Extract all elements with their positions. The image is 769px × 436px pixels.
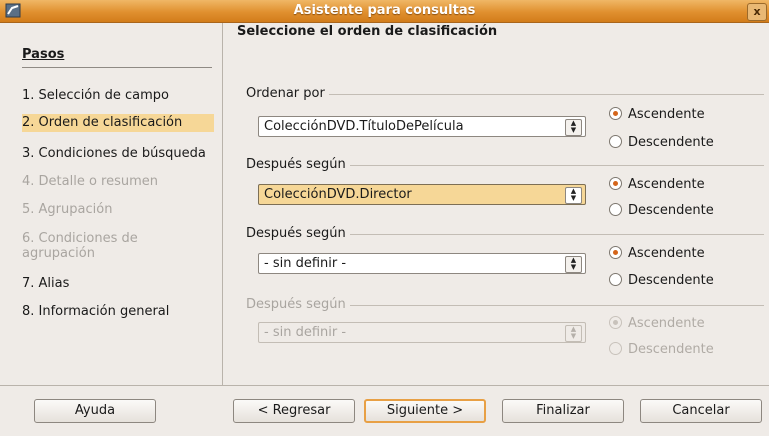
sort-field-3-value: - sin definir - [264, 256, 347, 271]
sort-3-ascending-radio[interactable]: Ascendente [609, 246, 705, 261]
sort-field-2-select[interactable]: ColecciónDVD.Director ▲ ▼ [258, 184, 586, 205]
radio-empty-icon [609, 273, 622, 286]
sort-group-3-label: Después según [246, 226, 350, 241]
help-button[interactable]: Ayuda [34, 399, 156, 423]
radio-selected-icon [609, 177, 622, 190]
step-8-overview[interactable]: 8. Información general [22, 303, 214, 321]
step-5-grouping: 5. Agrupación [22, 202, 113, 217]
spin-arrows-icon: ▲ ▼ [565, 256, 582, 273]
steps-divider [22, 67, 212, 68]
radio-empty-icon [609, 342, 622, 355]
steps-sidebar: Pasos 1. Selección de campo 2. Orden de … [0, 23, 223, 386]
sort-2-ascending-label: Ascendente [628, 177, 705, 192]
close-icon: x [753, 5, 761, 18]
sort-3-descending-label: Descendente [628, 273, 714, 288]
radio-empty-icon [609, 135, 622, 148]
close-button[interactable]: x [747, 3, 767, 21]
sort-2-descending-radio[interactable]: Descendente [609, 203, 714, 218]
steps-title: Pasos [22, 47, 65, 62]
sort-group-4-label: Después según [246, 297, 350, 312]
window-title: Asistente para consultas [293, 3, 476, 18]
sort-1-descending-label: Descendente [628, 135, 714, 150]
sort-field-1-select[interactable]: ColecciónDVD.TítuloDePelícula ▲ ▼ [258, 116, 586, 137]
sort-field-4-select: - sin definir - ▲ ▼ [258, 322, 586, 343]
sort-2-ascending-radio[interactable]: Ascendente [609, 177, 705, 192]
step-3-search-conditions[interactable]: 3. Condiciones de búsqueda [22, 145, 214, 163]
sort-field-4-value: - sin definir - [264, 325, 347, 340]
footer-divider [0, 385, 769, 386]
step-6-grouping-conditions: 6. Condiciones de agrupación [22, 231, 138, 261]
spin-arrows-icon: ▲ ▼ [565, 187, 582, 204]
sort-field-3-select[interactable]: - sin definir - ▲ ▼ [258, 253, 586, 274]
step-7-alias[interactable]: 7. Alias [22, 275, 214, 293]
sort-group-1-label: Ordenar por [246, 86, 329, 101]
step-2-sort-order[interactable]: 2. Orden de clasificación [22, 114, 214, 132]
sort-1-ascending-radio[interactable]: Ascendente [609, 107, 705, 122]
sort-3-ascending-label: Ascendente [628, 246, 705, 261]
sort-group-2-label: Después según [246, 157, 350, 172]
sort-field-1-value: ColecciónDVD.TítuloDePelícula [264, 119, 464, 134]
page-title: Seleccione el orden de clasificación [237, 24, 498, 39]
radio-selected-icon [609, 316, 622, 329]
finish-button[interactable]: Finalizar [502, 399, 624, 423]
sort-4-descending-label: Descendente [628, 342, 714, 357]
sort-4-ascending-radio: Ascendente [609, 316, 705, 331]
spin-arrows-icon: ▲ ▼ [565, 325, 582, 342]
radio-selected-icon [609, 107, 622, 120]
step-1-field-selection[interactable]: 1. Selección de campo [22, 87, 214, 105]
sort-1-descending-radio[interactable]: Descendente [609, 135, 714, 150]
next-button[interactable]: Siguiente > [364, 399, 486, 423]
radio-selected-icon [609, 246, 622, 259]
sort-4-descending-radio: Descendente [609, 342, 714, 357]
spin-arrows-icon: ▲ ▼ [565, 119, 582, 136]
radio-empty-icon [609, 203, 622, 216]
title-bar: Asistente para consultas x [0, 0, 769, 23]
cancel-button[interactable]: Cancelar [640, 399, 762, 423]
sort-3-descending-radio[interactable]: Descendente [609, 273, 714, 288]
sort-2-descending-label: Descendente [628, 203, 714, 218]
sort-field-2-value: ColecciónDVD.Director [264, 187, 412, 202]
step-4-detail-summary: 4. Detalle o resumen [22, 174, 159, 189]
sort-4-ascending-label: Ascendente [628, 316, 705, 331]
sort-1-ascending-label: Ascendente [628, 107, 705, 122]
back-button[interactable]: < Regresar [233, 399, 355, 423]
